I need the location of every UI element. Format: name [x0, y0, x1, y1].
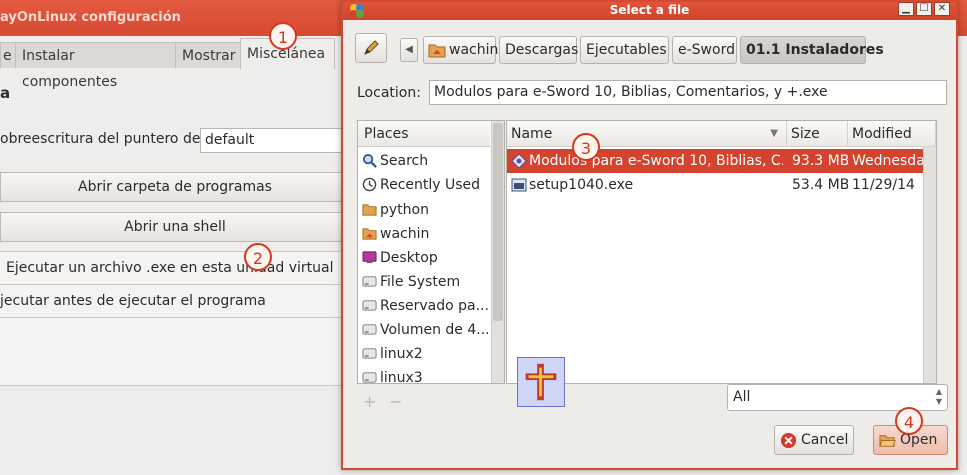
place-python[interactable]: python — [358, 198, 490, 222]
exe-file-icon — [511, 153, 527, 169]
options-list-area — [0, 318, 350, 386]
dialog-titlebar[interactable]: Select a file ▁ ☐ ✕ — [343, 2, 956, 20]
cursor-override-input[interactable]: default — [200, 128, 350, 153]
cancel-icon — [780, 432, 797, 449]
annotation-marker-4: 4 — [895, 407, 923, 435]
drive-icon — [362, 372, 377, 383]
home-folder-icon — [362, 228, 377, 240]
file-size: 53.4 MB — [792, 177, 848, 193]
folder-icon — [362, 204, 377, 216]
place-label: linux3 — [380, 370, 423, 384]
place-label: Search — [380, 153, 429, 169]
file-list-scrollbar[interactable] — [923, 147, 936, 383]
add-bookmark-button[interactable]: + — [363, 392, 376, 411]
file-preview-image — [517, 357, 565, 407]
location-input[interactable]: Modulos para e-Sword 10, Biblias, Coment… — [429, 80, 947, 105]
drive-icon — [362, 324, 377, 335]
run-before-option[interactable]: jecutar antes de ejecutar el programa — [0, 284, 350, 318]
place-wachin[interactable]: wachin — [358, 222, 490, 246]
annotation-marker-3: 3 — [572, 133, 600, 161]
file-row[interactable]: Modulos para e-Sword 10, Biblias, C... 9… — [507, 149, 936, 173]
section-heading: a — [0, 84, 11, 102]
cancel-label: Cancel — [801, 432, 849, 448]
location-label: Location: — [357, 85, 421, 101]
places-scroll-thumb[interactable] — [493, 123, 503, 321]
file-name: Modulos para e-Sword 10, Biblias, C... — [529, 153, 783, 169]
file-row[interactable]: setup1040.exe 53.4 MB 11/29/14 — [507, 173, 936, 197]
home-folder-icon — [428, 44, 446, 58]
place-linux2[interactable]: linux2 — [358, 342, 490, 366]
drive-icon — [362, 348, 377, 359]
desktop-icon — [362, 251, 377, 264]
breadcrumb-label: wachin — [449, 42, 499, 58]
search-icon — [362, 153, 377, 168]
clock-icon — [362, 177, 377, 192]
place-desktop[interactable]: Desktop — [358, 246, 490, 270]
place-label: Volumen de 4... — [380, 322, 490, 338]
tab-display[interactable]: Mostrar — [175, 42, 241, 68]
place-label: linux2 — [380, 346, 423, 362]
breadcrumb-ejecutables[interactable]: Ejecutables — [580, 36, 669, 64]
column-header-name[interactable]: Name ▼ — [507, 121, 787, 147]
place-label: Recently Used — [380, 177, 481, 193]
place-search[interactable]: Search — [358, 149, 490, 173]
minimize-icon[interactable]: ▁ — [898, 2, 914, 16]
breadcrumb-instaladores[interactable]: 01.1 Instaladores — [740, 36, 884, 64]
close-icon[interactable]: ✕ — [934, 2, 950, 16]
maximize-icon[interactable]: ☐ — [916, 2, 932, 16]
exe-file-icon — [511, 178, 527, 192]
drive-icon — [362, 276, 377, 287]
sort-arrow-icon: ▼ — [770, 128, 778, 139]
dialog-title: Select a file — [609, 3, 690, 17]
spin-arrows-icon: ▲ ▼ — [935, 387, 942, 406]
file-size: 93.3 MB — [792, 153, 848, 169]
places-sidebar: Places Search Recently Used python wachi… — [357, 120, 505, 384]
window-title: ayOnLinux configuración — [0, 10, 181, 25]
column-name-label: Name — [511, 126, 553, 142]
annotation-marker-1: 1 — [269, 22, 297, 50]
places-scrollbar[interactable] — [491, 121, 504, 383]
open-shell-button[interactable]: Abrir una shell — [0, 212, 350, 242]
cancel-button[interactable]: Cancel — [774, 425, 854, 455]
place-volumen[interactable]: Volumen de 4... — [358, 318, 490, 342]
esword-logo-icon — [525, 363, 557, 401]
column-header-modified[interactable]: Modified — [848, 121, 936, 147]
place-label: Reservado pa... — [380, 298, 489, 314]
tab-partial[interactable]: e — [0, 42, 16, 68]
place-linux3[interactable]: linux3 — [358, 366, 490, 384]
remove-bookmark-button[interactable]: − — [389, 392, 402, 411]
breadcrumb-esword[interactable]: e-Sword — [672, 36, 737, 64]
breadcrumb-wachin[interactable]: wachin — [423, 36, 499, 64]
place-label: Desktop — [380, 250, 438, 266]
run-exe-option[interactable]: Ejecutar un archivo .exe en esta unidad … — [0, 251, 350, 285]
column-header-size[interactable]: Size — [787, 121, 848, 147]
places-header: Places — [358, 121, 490, 147]
breadcrumb-back-arrow[interactable]: ◀ — [400, 38, 418, 62]
place-recently-used[interactable]: Recently Used — [358, 173, 490, 197]
place-file-system[interactable]: File System — [358, 270, 490, 294]
place-label: File System — [380, 274, 461, 290]
annotation-marker-2: 2 — [244, 243, 272, 271]
tab-install-components[interactable]: Instalar componentes — [15, 42, 176, 90]
file-name: setup1040.exe — [529, 177, 634, 193]
select-file-dialog: Select a file ▁ ☐ ✕ ◀ wachin Descargas E… — [341, 0, 958, 470]
place-label: wachin — [380, 226, 430, 242]
drive-icon — [362, 300, 377, 311]
open-programs-folder-button[interactable]: Abrir carpeta de programas — [0, 172, 350, 202]
file-list: Name ▼ Size Modified Modulos para e-Swor… — [506, 120, 937, 384]
type-location-button[interactable] — [355, 33, 387, 63]
file-type-filter[interactable]: All ▲ ▼ — [727, 384, 948, 411]
filter-value: All — [733, 389, 751, 405]
open-folder-icon — [879, 435, 896, 447]
place-reservado[interactable]: Reservado pa... — [358, 294, 490, 318]
place-label: python — [380, 202, 429, 218]
breadcrumb-descargas[interactable]: Descargas — [499, 36, 578, 64]
cursor-override-label: obreescritura del puntero del — [0, 131, 205, 147]
pencil-icon — [364, 40, 379, 55]
